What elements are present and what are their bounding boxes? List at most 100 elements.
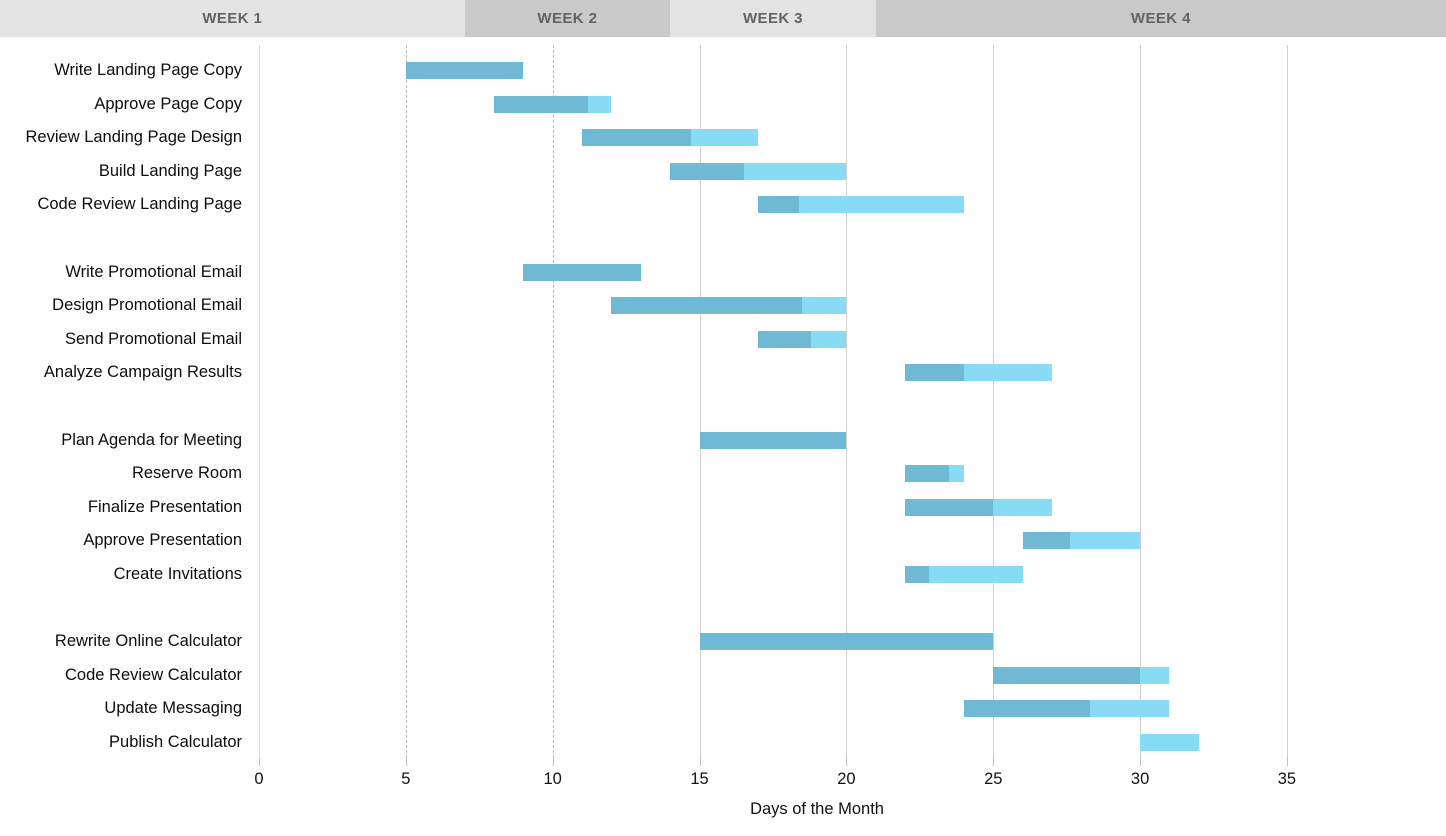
x-tick-label: 30 (1130, 770, 1150, 788)
x-tick-label: 25 (984, 770, 1003, 788)
week-header: WEEK 1 WEEK 2 WEEK 3 WEEK 4 (0, 0, 1446, 37)
task-label: Review Landing Page Design (25, 128, 242, 147)
task-bar-remaining-segment (799, 196, 964, 214)
task-label: Write Promotional Email (65, 262, 242, 281)
task-bar[interactable] (993, 666, 1170, 684)
gridline-day-15 (699, 45, 701, 758)
task-bar-remaining-segment (743, 162, 847, 180)
task-bar-complete-segment (611, 297, 803, 315)
task-label: Approve Presentation (83, 531, 242, 550)
task-label: Publish Calculator (109, 733, 242, 751)
task-bar-remaining-segment (587, 95, 612, 113)
task-bar-complete-segment (699, 633, 994, 651)
task-bar-complete-segment (758, 196, 800, 214)
task-bar[interactable] (1022, 532, 1141, 550)
task-bar-complete-segment (582, 129, 691, 147)
task-label: Code Review Calculator (65, 665, 242, 684)
task-bar-complete-segment (523, 263, 641, 281)
x-tick-label: 35 (1277, 770, 1297, 788)
gridline-day-25 (993, 45, 995, 758)
x-tick-20 (846, 758, 848, 766)
x-tick-label: 20 (837, 770, 856, 788)
gridline-day-35 (1286, 45, 1288, 758)
task-label: Plan Agenda for Meeting (61, 430, 242, 449)
task-label: Reserve Room (131, 464, 242, 483)
task-bar[interactable] (905, 498, 1052, 516)
task-bar-remaining-segment (1069, 532, 1141, 550)
x-tick-10 (552, 758, 554, 766)
task-bar-remaining-segment (690, 129, 759, 147)
task-bar-complete-segment (905, 566, 929, 583)
task-bar[interactable] (1140, 734, 1199, 751)
task-label: Finalize Presentation (87, 497, 242, 516)
task-bar[interactable] (493, 95, 612, 113)
week-band-1: WEEK 1 (0, 0, 465, 37)
y-axis-line (259, 45, 260, 758)
gridline-day-10 (552, 45, 554, 758)
plot-area (259, 45, 1446, 758)
task-bar-remaining-segment (963, 364, 1052, 382)
x-tick-label: 10 (543, 770, 562, 788)
task-label: Build Landing Page (98, 161, 242, 180)
task-bar-complete-segment (405, 62, 524, 79)
task-bar[interactable] (758, 330, 847, 348)
task-bar-remaining-segment (811, 330, 847, 348)
week-label: WEEK 4 (1130, 10, 1191, 27)
week-band-2: WEEK 2 (464, 0, 671, 37)
task-bar-complete-segment (905, 465, 950, 483)
task-bar-remaining-segment (1140, 734, 1199, 751)
gantt-chart: WEEK 1 WEEK 2 WEEK 3 WEEK 4 Write Landing P… (0, 0, 1446, 836)
task-bar-remaining-segment (928, 566, 1023, 583)
task-bar-complete-segment (670, 162, 744, 180)
week-band-3: WEEK 3 (670, 0, 876, 37)
task-label: Analyze Campaign Results (43, 363, 242, 382)
task-bar[interactable] (905, 364, 1052, 382)
task-bar[interactable] (670, 162, 847, 180)
task-bar[interactable] (699, 633, 994, 651)
gridline-day-20 (846, 45, 848, 758)
task-bar-remaining-segment (949, 465, 964, 483)
task-label: Create Invitations (113, 565, 242, 583)
task-bar-complete-segment (993, 666, 1141, 684)
task-bar[interactable] (611, 297, 847, 315)
task-label: Rewrite Online Calculator (54, 632, 242, 651)
task-label: Write Landing Page Copy (54, 61, 242, 79)
task-bar-complete-segment (758, 330, 812, 348)
x-axis: 0 5 10 15 20 25 30 35 (254, 758, 1446, 798)
task-bar-complete-segment (699, 431, 847, 449)
week-label: WEEK 1 (202, 10, 263, 27)
task-bar-remaining-segment (993, 498, 1052, 516)
task-bar[interactable] (905, 465, 964, 483)
task-bar[interactable] (963, 700, 1170, 718)
week-label: WEEK 3 (743, 10, 803, 27)
task-label: Design Promotional Email (52, 296, 242, 315)
task-bar[interactable] (523, 263, 641, 281)
task-bar-complete-segment (1022, 532, 1070, 550)
x-axis-title-text: Days of the Month (750, 800, 884, 818)
task-bar-complete-segment (905, 498, 994, 516)
task-bar[interactable] (699, 431, 847, 449)
x-tick-25 (993, 758, 995, 766)
task-bar-complete-segment (493, 95, 588, 113)
task-bar-remaining-segment (1090, 700, 1170, 718)
x-tick-5 (405, 758, 407, 766)
gridline-day-5 (405, 45, 407, 758)
task-bar[interactable] (405, 62, 524, 79)
task-bar-remaining-segment (802, 297, 847, 315)
x-tick-label: 5 (401, 770, 411, 788)
x-tick-30 (1140, 758, 1142, 766)
task-bar[interactable] (758, 196, 964, 214)
task-label-column: Write Landing Page Copy Approve Page Copy… (0, 45, 252, 758)
task-label: Code Review Landing Page (37, 195, 242, 214)
task-bar-complete-segment (905, 364, 964, 382)
task-bar[interactable] (905, 566, 1023, 583)
task-label: Send Promotional Email (64, 329, 242, 348)
task-bar[interactable] (582, 129, 759, 147)
week-band-4: WEEK 4 (875, 0, 1446, 37)
week-label: WEEK 2 (537, 10, 598, 27)
task-bar-complete-segment (963, 700, 1091, 718)
task-bar-remaining-segment (1140, 666, 1170, 684)
task-label: Approve Page Copy (94, 94, 242, 113)
x-tick-label: 0 (254, 770, 264, 788)
x-tick-0 (259, 758, 260, 766)
